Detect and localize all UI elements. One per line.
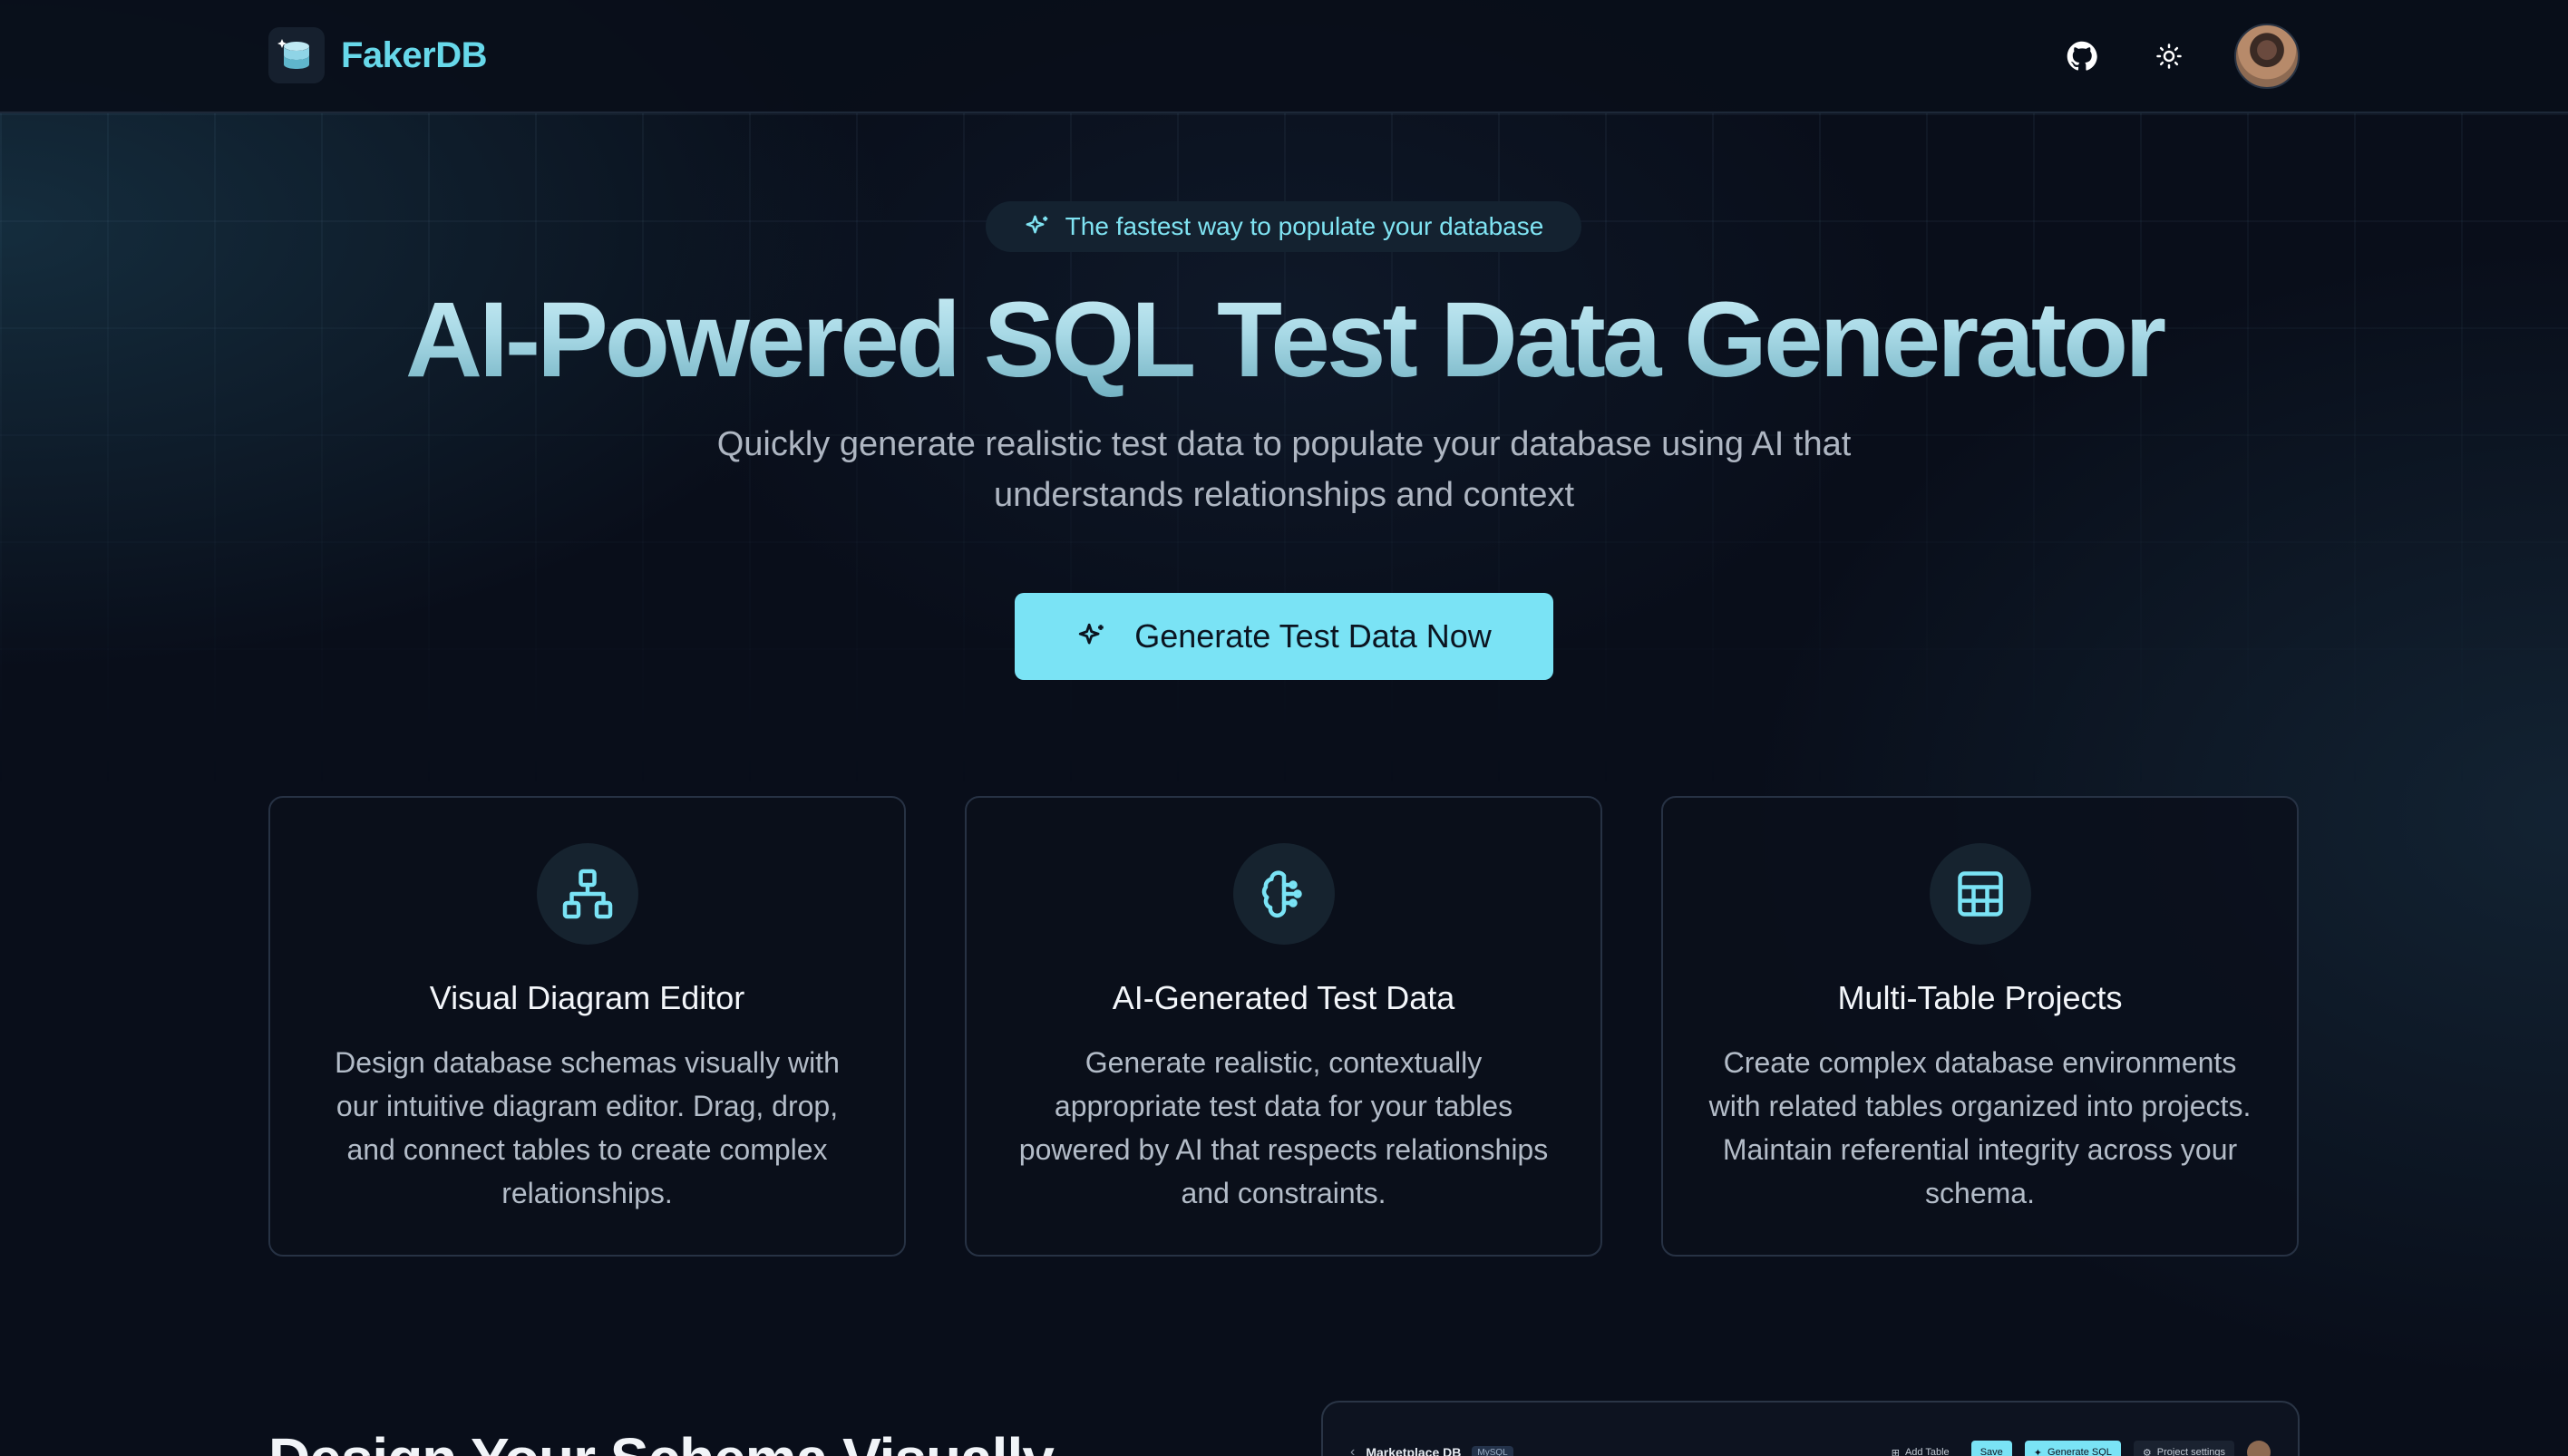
feature-description: Generate realistic, contextually appropr… [1018, 1046, 1549, 1209]
preview-generate-sql-button[interactable]: ✦ Generate SQL [2024, 1441, 2121, 1456]
user-avatar[interactable] [2234, 24, 2300, 89]
feature-card-multi-table: Multi-Table Projects Create complex data… [1661, 796, 2299, 1257]
sparkles-icon [1026, 215, 1047, 234]
preview-add-table-button[interactable]: ⊞ Add Table [1882, 1441, 1959, 1456]
feature-card-ai-generated: AI-Generated Test Data Generate realisti… [965, 796, 1602, 1257]
feature-title: Multi-Table Projects [1837, 979, 2123, 1016]
hero-subtitle: Quickly generate realistic test data to … [716, 425, 1852, 514]
hero-badge-text: The fastest way to populate your databas… [1065, 212, 1544, 240]
header-actions [2060, 20, 2300, 92]
feature-card-visual-diagram: Visual Diagram Editor Design database sc… [268, 796, 906, 1257]
preview-avatar [2247, 1441, 2271, 1456]
database-logo-icon [268, 27, 325, 83]
feature-title: AI-Generated Test Data [1112, 979, 1455, 1016]
preview-project-title: Marketplace DB [1366, 1445, 1462, 1456]
feature-description: Create complex database environments wit… [1708, 1046, 2252, 1209]
preview-save-button[interactable]: Save [1970, 1441, 2012, 1456]
brand-logo[interactable]: FakerDB [268, 27, 488, 83]
feature-description: Design database schemas visually with ou… [335, 1046, 840, 1209]
preview-toolbar: ‹ Marketplace DB MySQL ⊞ Add Table Save … [1350, 1439, 2271, 1456]
feature-title: Visual Diagram Editor [429, 979, 745, 1016]
gear-icon: ⚙ [2142, 1447, 2152, 1456]
brain-icon [1261, 870, 1302, 918]
github-icon [2067, 41, 2097, 71]
preview-project-settings-button[interactable]: ⚙ Project settings [2133, 1441, 2234, 1456]
sun-icon [2156, 44, 2182, 69]
hero-badge: The fastest way to populate your databas… [986, 201, 1581, 252]
top-nav: FakerDB [0, 0, 2568, 113]
generate-test-data-button[interactable]: Generate Test Data Now [1015, 593, 1553, 680]
github-button[interactable] [2060, 34, 2104, 78]
preview-db-tag: MySQL [1472, 1445, 1513, 1456]
add-table-icon: ⊞ [1891, 1447, 1900, 1456]
sparkles-icon [1079, 623, 1104, 645]
back-arrow-icon[interactable]: ‹ [1350, 1444, 1355, 1456]
diagram-icon [562, 869, 612, 919]
brand-name: FakerDB [341, 34, 488, 75]
hero-title: AI-Powered SQL Test Data Generator [0, 277, 2568, 403]
cta-label: Generate Test Data Now [1134, 617, 1492, 655]
theme-toggle-button[interactable] [2147, 34, 2191, 78]
section-title: Design Your Schema Visually [268, 1425, 1055, 1456]
schema-editor-preview: ‹ Marketplace DB MySQL ⊞ Add Table Save … [1321, 1401, 2300, 1456]
table-icon [1957, 871, 2003, 917]
sparkles-icon: ✦ [2033, 1447, 2042, 1456]
